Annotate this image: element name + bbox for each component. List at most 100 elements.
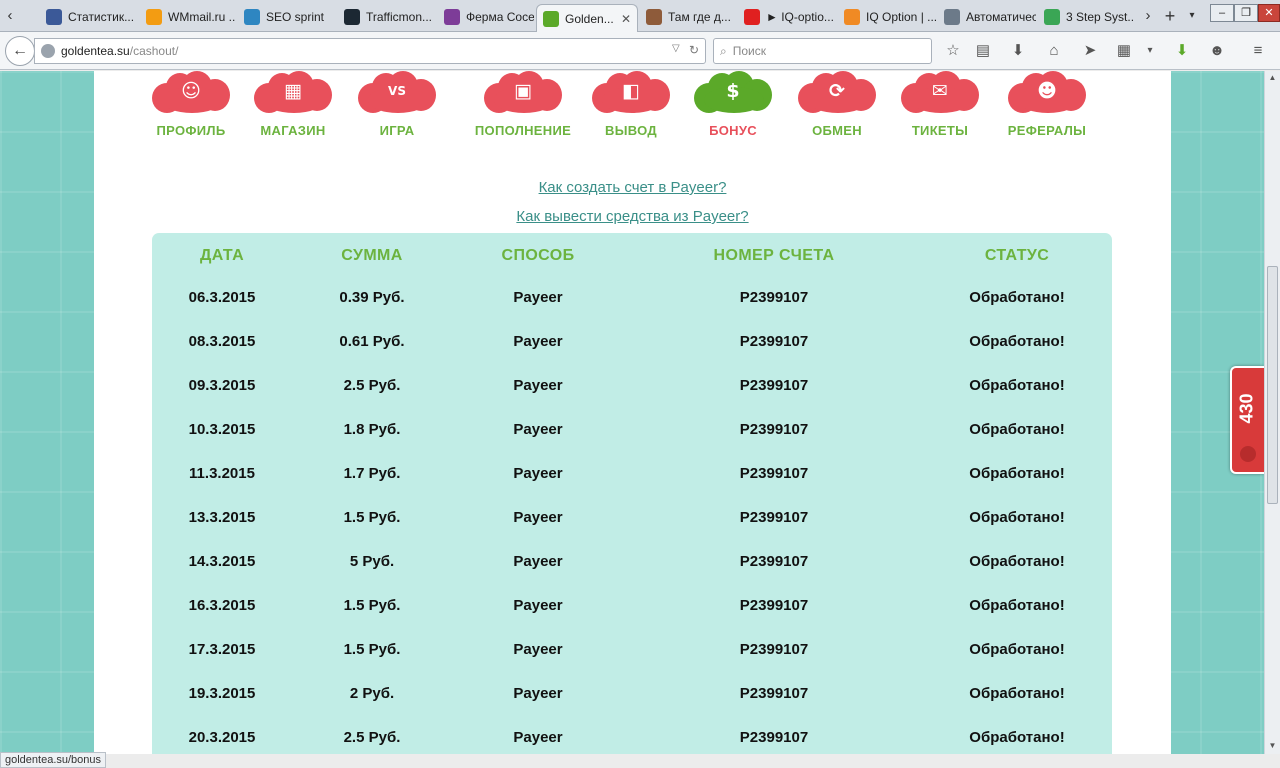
tabs-scroll-left-icon[interactable]: ‹: [2, 6, 18, 26]
cell-amount: 1.5 Руб.: [343, 597, 401, 614]
cell-amount: 2 Руб.: [349, 685, 395, 702]
menu-item-9[interactable]: ☻ РЕФЕРАЛЫ: [992, 71, 1102, 141]
browser-tab[interactable]: Там где д...: [640, 4, 736, 30]
cell-amount: 0.39 Руб.: [339, 289, 405, 306]
bookmark-star-icon[interactable]: ☆: [943, 41, 963, 61]
cell-date: 06.3.2015: [188, 289, 256, 306]
search-placeholder: Поиск: [732, 44, 766, 58]
tab-close-icon[interactable]: ✕: [621, 12, 631, 26]
hamburger-menu-icon[interactable]: ≡: [1248, 41, 1268, 61]
maximize-icon[interactable]: ❐: [1234, 4, 1258, 22]
tab-favicon-icon: [344, 9, 360, 25]
tab-label: Статистик...: [68, 10, 135, 24]
reload-icon[interactable]: ↻: [689, 43, 699, 57]
download-icon[interactable]: ⬇: [1008, 41, 1028, 61]
deposit-icon: ▣: [514, 80, 532, 102]
cell-status: Обработано!: [969, 421, 1065, 438]
search-icon: ⌕: [720, 43, 727, 58]
menu-label: ТИКЕТЫ: [911, 123, 969, 138]
browser-tab[interactable]: Статистик...: [40, 4, 136, 30]
column-header-account: НОМЕР СЧЕТА: [713, 247, 835, 264]
cell-status: Обработано!: [969, 553, 1065, 570]
scroll-down-icon[interactable]: ▼: [1265, 739, 1280, 753]
menu-item-7[interactable]: ⟳ ОБМЕН: [782, 71, 892, 141]
shop-icon: ▦: [284, 80, 302, 102]
widget-logo-icon: [1240, 446, 1256, 462]
extension-grid-icon[interactable]: ▦: [1114, 41, 1134, 61]
wallet-icon: ◧: [622, 80, 640, 102]
extension-dropdown-icon[interactable]: ▾: [1140, 41, 1160, 61]
menu-label: ОБМЕН: [812, 123, 862, 138]
column-header-date: ДАТА: [199, 247, 245, 264]
window-close-icon[interactable]: ✕: [1258, 4, 1280, 22]
table-row: 20.3.2015 2.5 Руб. Payeer P2399107 Обработан…: [152, 729, 1112, 754]
tab-label: Автоматическ...: [966, 10, 1036, 24]
tab-list-icon[interactable]: ▾: [1184, 6, 1200, 26]
url-dropdown-icon[interactable]: ▽: [672, 43, 680, 54]
side-counter-widget[interactable]: 430: [1230, 366, 1264, 474]
vertical-scrollbar[interactable]: ▲ ▼: [1264, 71, 1280, 754]
menu-label: ВЫВОД: [605, 123, 657, 138]
cell-date: 10.3.2015: [188, 421, 256, 438]
help-link-create-payeer[interactable]: Как создать счет в Payeer?: [94, 179, 1171, 196]
table-row: 11.3.2015 1.7 Руб. Payeer P2399107 Обработан…: [152, 465, 1112, 509]
tab-favicon-icon: [543, 10, 559, 27]
menu-label: БОНУС: [709, 123, 757, 138]
home-icon[interactable]: ⌂: [1044, 41, 1064, 61]
cell-method: Payeer: [513, 509, 563, 526]
browser-tab[interactable]: Ферма Соседи |: [438, 4, 534, 30]
browser-tab[interactable]: Trafficmon...: [338, 4, 436, 30]
minimize-icon[interactable]: –: [1210, 4, 1234, 22]
table-row: 09.3.2015 2.5 Руб. Payeer P2399107 Обработан…: [152, 377, 1112, 421]
browser-tab[interactable]: 3 Step Syst...: [1038, 4, 1134, 30]
menu-label: РЕФЕРАЛЫ: [1007, 123, 1087, 138]
referrals-icon: ☻: [1037, 80, 1057, 102]
browser-tab[interactable]: Golden... ✕: [536, 4, 638, 32]
menu-item-4[interactable]: ▣ ПОПОЛНЕНИЕ: [458, 71, 588, 141]
menu-item-3[interactable]: VS ИГРА: [342, 71, 452, 141]
cell-date: 09.3.2015: [188, 377, 256, 394]
menu-item-6[interactable]: $ БОНУС: [678, 71, 788, 141]
menu-label: ПРОФИЛЬ: [156, 123, 226, 138]
tab-label: Ферма Соседи |: [466, 10, 534, 24]
cell-method: Payeer: [513, 377, 563, 394]
content-panel: ☺ ПРОФИЛЬ ▦ МАГАЗИН VS ИГРА ▣ ПОПОЛНЕНИЕ ◧ ВЫВОД $…: [94, 71, 1171, 754]
green-download-icon[interactable]: ⬇: [1172, 41, 1192, 61]
browser-tab[interactable]: Автоматическ...: [938, 4, 1036, 30]
menu-label: ИГРА: [379, 123, 415, 138]
cell-status: Обработано!: [969, 333, 1065, 350]
back-arrow-icon[interactable]: ←: [5, 36, 35, 66]
cell-method: Payeer: [513, 729, 563, 746]
help-link-withdraw-payeer[interactable]: Как вывести средства из Payeer?: [94, 208, 1171, 225]
browser-tab[interactable]: WMmail.ru ...: [140, 4, 236, 30]
side-counter-value: 430: [1236, 393, 1257, 424]
new-tab-icon[interactable]: +: [1162, 6, 1178, 26]
reading-list-icon[interactable]: ▤: [973, 41, 993, 61]
smiley-icon[interactable]: ☻: [1207, 41, 1227, 61]
send-icon[interactable]: ➤: [1080, 41, 1100, 61]
tab-favicon-icon: [244, 9, 260, 25]
address-bar[interactable]: goldentea.su/cashout/ ▽ ↻: [34, 38, 706, 64]
cell-method: Payeer: [513, 289, 563, 306]
menu-item-1[interactable]: ☺ ПРОФИЛЬ: [136, 71, 246, 141]
browser-tab[interactable]: IQ Option | ...: [838, 4, 936, 30]
cell-method: Payeer: [513, 421, 563, 438]
profile-icon: ☺: [181, 80, 201, 102]
menu-item-2[interactable]: ▦ МАГАЗИН: [238, 71, 348, 141]
browser-tab[interactable]: ► IQ-optio...: [738, 4, 836, 30]
scroll-up-icon[interactable]: ▲: [1265, 71, 1280, 85]
cell-account: P2399107: [739, 729, 809, 746]
cell-amount: 1.5 Руб.: [343, 641, 401, 658]
cell-status: Обработано!: [969, 597, 1065, 614]
tabs-scroll-right-icon[interactable]: ›: [1140, 6, 1156, 26]
tab-favicon-icon: [744, 9, 760, 25]
browser-tab[interactable]: SEO sprint: [238, 4, 336, 30]
tab-strip: ‹ Статистик... WMmail.ru ... SEO sprint Tra…: [0, 0, 1280, 32]
table-row: 08.3.2015 0.61 Руб. Payeer P2399107 Обработа…: [152, 333, 1112, 377]
menu-item-8[interactable]: ✉ ТИКЕТЫ: [885, 71, 995, 141]
menu-item-5[interactable]: ◧ ВЫВОД: [576, 71, 686, 141]
scroll-thumb[interactable]: [1267, 266, 1278, 504]
url-path: /cashout/: [129, 44, 179, 58]
cell-method: Payeer: [513, 597, 563, 614]
search-input[interactable]: ⌕ Поиск: [713, 38, 932, 64]
